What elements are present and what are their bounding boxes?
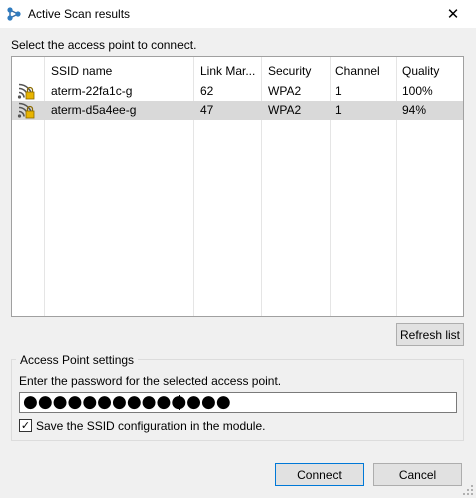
access-point-list[interactable]: SSID name Link Mar... Security Channel Q… (11, 56, 464, 317)
quality-cell: 94% (402, 103, 427, 117)
column-header-ssid[interactable]: SSID name (51, 64, 112, 78)
save-ssid-label[interactable]: Save the SSID configuration in the modul… (36, 419, 265, 433)
ssid-cell: aterm-22fa1c-g (51, 84, 133, 98)
channel-cell: 1 (335, 84, 342, 98)
password-input[interactable]: ●●●●●●●●●●●●●● (19, 392, 457, 413)
resize-grip-icon[interactable] (462, 484, 474, 496)
wifi-lock-icon (17, 102, 35, 119)
group-legend: Access Point settings (16, 353, 139, 367)
close-icon: ✕ (446, 6, 460, 23)
quality-cell: 100% (402, 84, 433, 98)
security-cell: WPA2 (268, 84, 302, 98)
column-header-channel[interactable]: Channel (335, 64, 380, 78)
password-instruction: Enter the password for the selected acce… (19, 374, 282, 388)
column-header-security[interactable]: Security (268, 64, 311, 78)
ssid-cell: aterm-d5a4ee-g (51, 103, 137, 117)
channel-cell: 1 (335, 103, 342, 117)
wifi-lock-icon (17, 83, 35, 100)
column-header-quality[interactable]: Quality (402, 64, 439, 78)
security-cell: WPA2 (268, 103, 302, 117)
title-bar: Active Scan results ✕ (0, 0, 476, 28)
link-margin-cell: 47 (200, 103, 214, 117)
select-prompt: Select the access point to connect. (11, 38, 197, 52)
connect-button[interactable]: Connect (275, 463, 364, 486)
check-icon: ✓ (20, 419, 31, 432)
password-mask: ●●●●●●●●●●●●●● (23, 392, 231, 412)
column-header-link-margin[interactable]: Link Mar... (200, 64, 255, 78)
active-scan-dialog: Active Scan results ✕ Select the access … (0, 0, 476, 498)
network-app-icon (7, 7, 21, 21)
cancel-button[interactable]: Cancel (373, 463, 462, 486)
save-ssid-checkbox[interactable]: ✓ (19, 419, 32, 432)
text-caret (179, 395, 180, 410)
table-row-selected[interactable]: aterm-d5a4ee-g 47 WPA2 1 94% (12, 101, 463, 120)
refresh-list-button[interactable]: Refresh list (396, 323, 464, 346)
window-title: Active Scan results (28, 7, 131, 21)
table-row[interactable]: aterm-22fa1c-g 62 WPA2 1 100% (12, 82, 463, 101)
close-button[interactable]: ✕ (430, 0, 476, 28)
link-margin-cell: 62 (200, 84, 214, 98)
